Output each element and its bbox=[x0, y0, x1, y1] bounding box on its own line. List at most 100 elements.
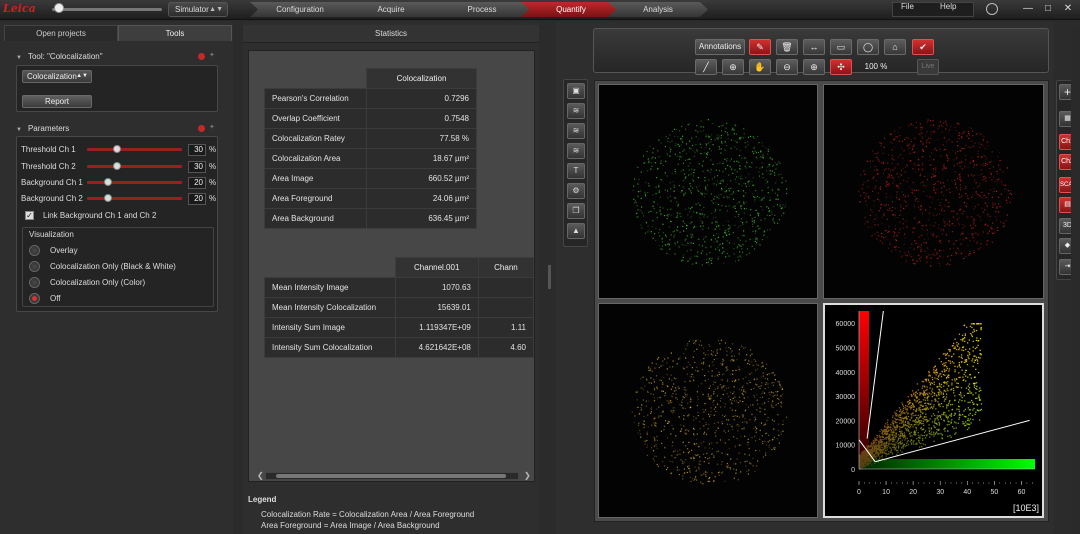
checkmark-icon[interactable]: ✔ bbox=[912, 39, 934, 55]
radio-overlay[interactable] bbox=[29, 245, 40, 256]
scatter-point bbox=[928, 429, 931, 431]
threshold-ch2-knob[interactable] bbox=[113, 162, 121, 170]
scatter-point bbox=[910, 394, 912, 396]
tab-tools[interactable]: Tools bbox=[118, 25, 232, 41]
scatter-point bbox=[912, 404, 914, 406]
cell-pixel bbox=[779, 205, 781, 208]
scatter-point bbox=[968, 339, 970, 341]
annotations-button[interactable]: Annotations bbox=[695, 39, 745, 55]
pin-icon[interactable]: ✦ bbox=[209, 124, 216, 131]
stack-icon[interactable]: ≋ bbox=[567, 123, 585, 139]
zoom-out-icon[interactable]: ⊖ bbox=[776, 59, 798, 75]
copy-icon[interactable]: ❐ bbox=[567, 203, 585, 219]
scatter-point bbox=[899, 409, 902, 411]
radio-coloc-bw[interactable] bbox=[29, 261, 40, 272]
workflow-step-quantify[interactable]: Quantify bbox=[521, 2, 621, 17]
crosshair-icon[interactable]: ⊕ bbox=[722, 59, 744, 75]
mode-select-label: Simulator bbox=[175, 5, 209, 14]
polygon-icon[interactable]: ⌂ bbox=[884, 39, 906, 55]
background-ch2-knob[interactable] bbox=[104, 194, 112, 202]
vertical-scrollbar[interactable] bbox=[1071, 26, 1080, 534]
workflow-step-process[interactable]: Process bbox=[432, 2, 532, 17]
workflow-step-configuration[interactable]: Configuration bbox=[250, 2, 350, 17]
globe-icon[interactable] bbox=[986, 3, 998, 15]
scatter-point bbox=[894, 426, 896, 429]
link-background-checkbox[interactable]: ✓ bbox=[25, 211, 34, 220]
pin-icon[interactable]: ✦ bbox=[209, 52, 216, 59]
text-icon[interactable]: T bbox=[567, 163, 585, 179]
radio-coloc-color[interactable] bbox=[29, 277, 40, 288]
report-button[interactable]: Report bbox=[22, 95, 92, 108]
background-ch2-input[interactable]: 20 bbox=[188, 193, 206, 205]
cell-pixel bbox=[695, 417, 697, 419]
close-icon[interactable]: ✕ bbox=[1063, 4, 1073, 14]
trash-icon[interactable]: 🗑 bbox=[776, 39, 798, 55]
link-background-label: Link Background Ch 1 and Ch 2 bbox=[43, 211, 157, 220]
view-channel-red[interactable] bbox=[823, 84, 1044, 299]
view-scatter-plot[interactable]: 0 10000 20000 30000 40000 50000 60000 0 10 20 30 40… bbox=[823, 303, 1044, 518]
threshold-ch2-input[interactable]: 30 bbox=[188, 161, 206, 173]
view-channel-green[interactable] bbox=[598, 84, 818, 299]
background-ch1-slider[interactable] bbox=[87, 181, 182, 184]
scatter-point bbox=[980, 326, 982, 329]
threshold-ch1-slider[interactable] bbox=[87, 148, 182, 151]
tab-open-projects[interactable]: Open projects bbox=[4, 25, 118, 41]
hand-icon[interactable]: ✋ bbox=[749, 59, 771, 75]
cell-pixel bbox=[929, 155, 931, 158]
cell-pixel bbox=[782, 204, 784, 206]
scroll-left-icon[interactable]: ❮ bbox=[257, 471, 264, 480]
cell-pixel bbox=[696, 339, 698, 342]
cell-pixel bbox=[747, 362, 749, 365]
zoom-in-icon[interactable]: ⊕ bbox=[803, 59, 825, 75]
scatter-point bbox=[908, 423, 910, 426]
fit-screen-icon[interactable]: ✣ bbox=[830, 59, 852, 75]
pen-icon[interactable]: ✎ bbox=[749, 39, 771, 55]
info-badge-icon[interactable] bbox=[198, 125, 205, 132]
scroll-right-icon[interactable]: ❯ bbox=[524, 471, 531, 480]
maximize-icon[interactable]: □ bbox=[1043, 4, 1053, 14]
view-overlay[interactable] bbox=[598, 303, 818, 518]
cell-pixel bbox=[918, 236, 920, 238]
top-slider-knob[interactable] bbox=[54, 3, 64, 13]
scatter-point bbox=[968, 414, 970, 416]
cell-pixel bbox=[644, 191, 646, 193]
cell-pixel bbox=[709, 385, 712, 387]
scrollbar-thumb[interactable] bbox=[276, 474, 506, 478]
threshold-ch1-knob[interactable] bbox=[113, 145, 121, 153]
menu-help[interactable]: Help bbox=[940, 2, 956, 11]
info-badge-icon[interactable] bbox=[198, 53, 205, 60]
cell-pixel bbox=[641, 206, 643, 208]
workflow-step-acquire[interactable]: Acquire bbox=[341, 2, 441, 17]
horizontal-scrollbar[interactable] bbox=[265, 472, 519, 480]
radio-off[interactable] bbox=[29, 293, 40, 304]
cell-pixel bbox=[703, 214, 705, 216]
mode-select[interactable]: Simulator ▲▼ bbox=[168, 2, 228, 17]
ellipse-icon[interactable]: ◯ bbox=[857, 39, 879, 55]
threshold-ch2-slider[interactable] bbox=[87, 165, 182, 168]
live-button[interactable]: Live bbox=[917, 59, 939, 75]
background-ch1-knob[interactable] bbox=[104, 178, 112, 186]
histogram-icon[interactable]: ▲ bbox=[567, 223, 585, 239]
settings-icon[interactable]: ⚙ bbox=[567, 183, 585, 199]
scatter-point bbox=[878, 435, 880, 437]
ruler-icon[interactable]: ╱ bbox=[695, 59, 717, 75]
background-ch2-slider[interactable] bbox=[87, 197, 182, 200]
workflow-step-analysis[interactable]: Analysis bbox=[608, 2, 708, 17]
measure-icon[interactable]: ↔ bbox=[803, 39, 825, 55]
cell-pixel bbox=[672, 360, 674, 362]
threshold-ch1-input[interactable]: 30 bbox=[188, 144, 206, 156]
top-slider[interactable] bbox=[52, 8, 162, 11]
tool-select[interactable]: Colocalization ▲▼ bbox=[22, 70, 92, 83]
parameters-section-header[interactable]: ▼ Parameters bbox=[16, 124, 216, 136]
stack-icon[interactable]: ≋ bbox=[567, 103, 585, 119]
tool-section-header[interactable]: ▼ Tool: "Colocalization" bbox=[16, 52, 216, 64]
background-ch1-input[interactable]: 20 bbox=[188, 177, 206, 189]
menu-file[interactable]: File bbox=[901, 2, 914, 11]
channel-icon[interactable]: ▣ bbox=[567, 83, 585, 99]
panel-splitter[interactable] bbox=[548, 265, 551, 289]
cell-pixel bbox=[939, 239, 942, 242]
rectangle-icon[interactable]: ▭ bbox=[830, 39, 852, 55]
scatter-point bbox=[919, 437, 921, 439]
minimize-icon[interactable]: — bbox=[1023, 4, 1033, 14]
stack-icon[interactable]: ≋ bbox=[567, 143, 585, 159]
